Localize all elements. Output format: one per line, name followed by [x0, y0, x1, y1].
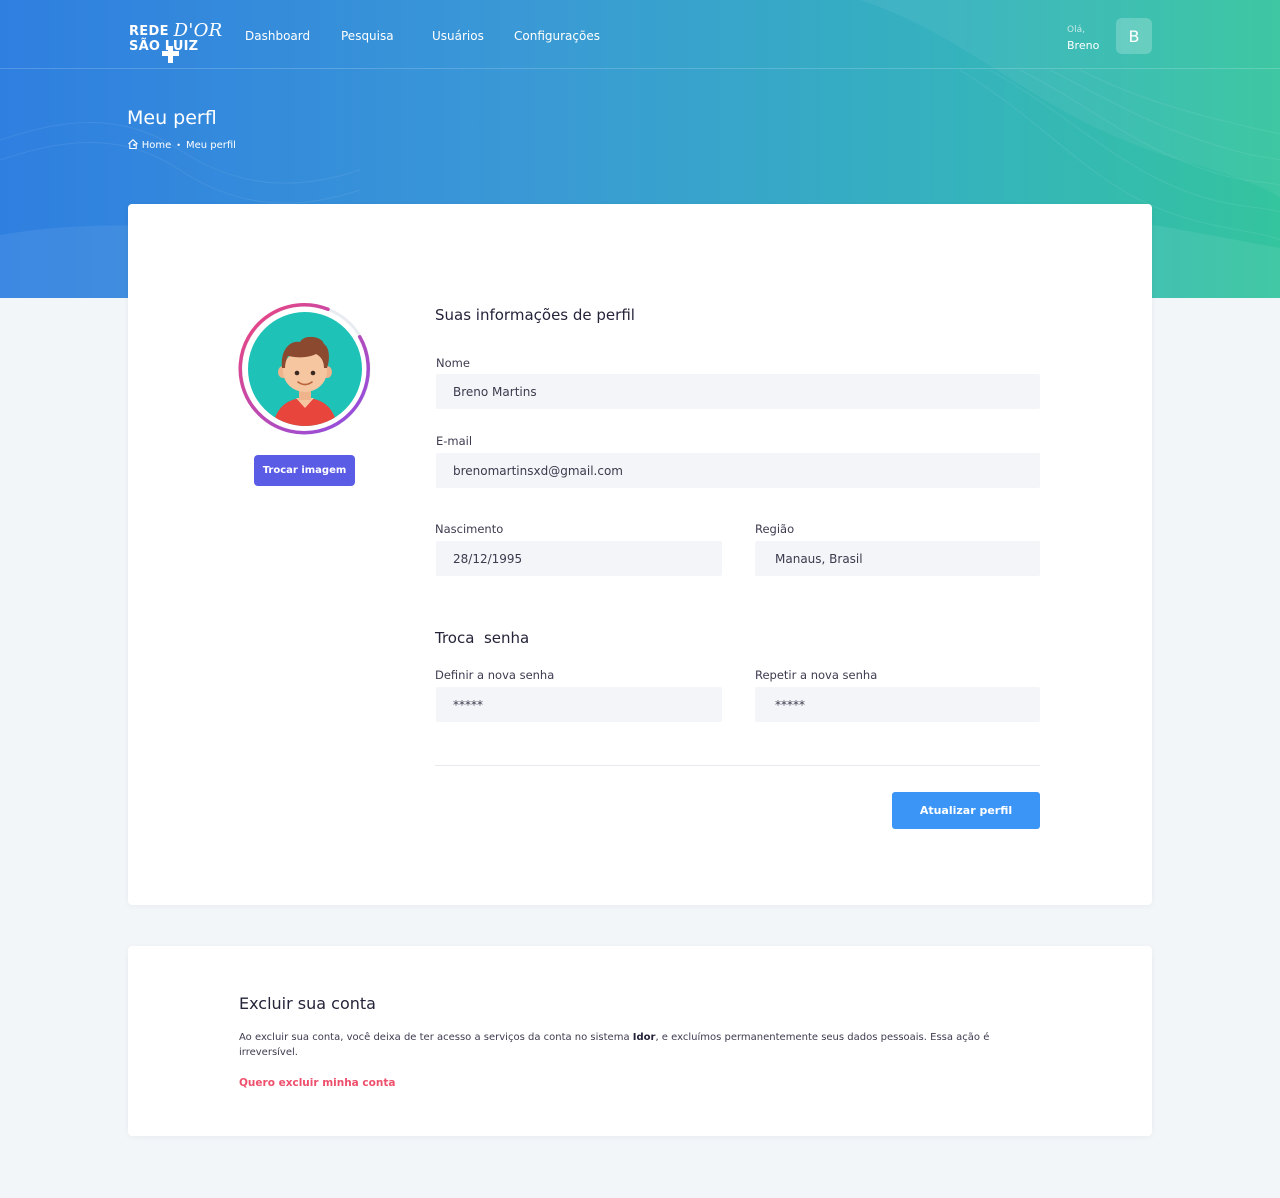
- name-label: Nome: [436, 356, 470, 370]
- profile-card: Trocar imagem Suas informações de perfil…: [128, 204, 1152, 905]
- region-field[interactable]: [755, 541, 1040, 576]
- new-password-label: Definir a nova senha: [435, 668, 555, 682]
- top-navigation-bar: REDE D'OR SÃO LUIZ Dashboard Pesquisa Us…: [0, 0, 1280, 69]
- home-icon[interactable]: [127, 138, 139, 150]
- breadcrumb-separator: •: [176, 140, 181, 150]
- email-label: E-mail: [436, 434, 473, 448]
- cross-icon: [162, 46, 179, 63]
- nav-item-configuracoes[interactable]: Configurações: [514, 29, 600, 43]
- repeat-password-field[interactable]: [755, 687, 1040, 722]
- nav-item-dashboard[interactable]: Dashboard: [245, 29, 310, 43]
- change-image-button[interactable]: Trocar imagem: [254, 455, 355, 486]
- breadcrumb: • Home • Meu perfil: [127, 138, 236, 152]
- profile-avatar: [238, 303, 371, 435]
- user-greeting: Olá,: [1067, 25, 1085, 35]
- delete-account-card: Excluir sua conta Ao excluir sua conta, …: [128, 946, 1152, 1136]
- form-divider: [435, 765, 1040, 766]
- email-field[interactable]: [436, 453, 1040, 488]
- breadcrumb-current: Meu perfil: [185, 139, 236, 151]
- delete-account-description: Ao excluir sua conta, você deixa de ter …: [239, 1032, 990, 1058]
- repeat-password-label: Repetir a nova senha: [755, 668, 878, 682]
- new-password-field[interactable]: [436, 687, 722, 722]
- breadcrumb-home[interactable]: Home: [142, 140, 172, 151]
- nav-item-pesquisa[interactable]: Pesquisa: [341, 29, 394, 43]
- birth-label: Nascimento: [435, 522, 504, 536]
- update-profile-button[interactable]: Atualizar perfil: [892, 792, 1040, 829]
- user-avatar[interactable]: B: [1116, 18, 1152, 54]
- password-section-title: Troca senha: [435, 629, 530, 647]
- profile-section-title: Suas informações de perfil: [435, 306, 635, 324]
- page-title: Meu perfl: [127, 107, 217, 129]
- rede-dor-sao-luiz-logo[interactable]: REDE D'OR SÃO LUIZ: [128, 14, 222, 64]
- delete-account-title: Excluir sua conta: [239, 994, 376, 1013]
- region-label: Região: [755, 522, 795, 536]
- delete-account-link[interactable]: Quero excluir minha conta: [239, 1077, 395, 1089]
- user-name[interactable]: Breno: [1067, 39, 1099, 52]
- birth-field[interactable]: [436, 541, 722, 576]
- nav-item-usuarios[interactable]: Usuários: [432, 29, 484, 43]
- name-field[interactable]: [436, 374, 1040, 409]
